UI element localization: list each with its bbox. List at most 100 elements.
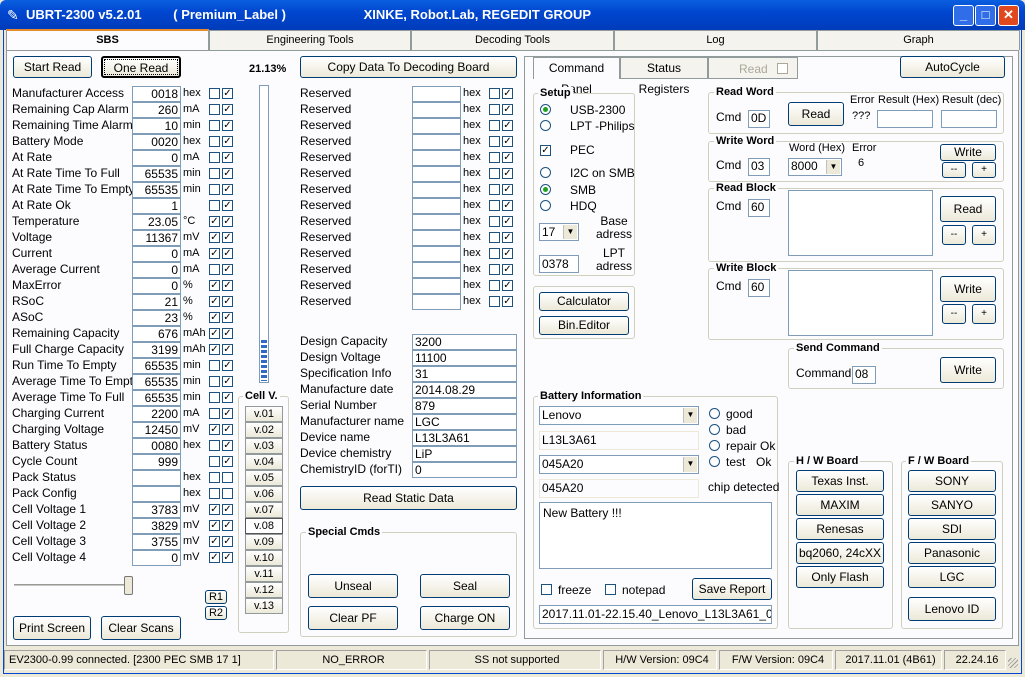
register-graph-checkbox[interactable] [209,472,220,483]
reserved-value[interactable] [412,182,461,198]
static-value[interactable]: LGC [412,414,517,430]
reserved-graph-checkbox[interactable] [489,152,500,163]
cell-voltage-button[interactable]: v.10 [245,550,283,566]
register-scan-checkbox[interactable]: ✓ [222,168,233,179]
reserved-scan-checkbox[interactable]: ✓ [502,296,513,307]
resize-grip-icon[interactable] [1008,658,1018,668]
good-radio[interactable] [709,408,720,419]
register-value[interactable] [132,486,181,502]
write-block-cmd-field[interactable]: 60 [748,279,770,297]
register-graph-checkbox[interactable]: ✓ [209,504,220,515]
register-scan-checkbox[interactable]: ✓ [222,408,233,419]
report-filename-field[interactable]: 2017.11.01-22.15.40_Lenovo_L13L3A61_045A [539,605,772,624]
register-scan-checkbox[interactable]: ✓ [222,232,233,243]
result-dec-field[interactable] [941,110,997,128]
cell-voltage-button[interactable]: v.04 [245,454,283,470]
lpt-address-field[interactable]: 0378 [539,255,579,273]
reserved-graph-checkbox[interactable] [489,168,500,179]
result-hex-field[interactable] [877,110,933,128]
register-graph-checkbox[interactable] [209,264,220,275]
register-scan-checkbox[interactable]: ✓ [222,520,233,531]
one-read-button[interactable]: One Read [101,56,181,78]
hw-board-button[interactable]: Renesas [796,518,884,540]
static-value[interactable]: 31 [412,366,517,382]
minimize-icon[interactable]: _ [953,5,974,26]
reserved-graph-checkbox[interactable] [489,104,500,115]
code-select[interactable]: 045A20 ▼ [539,455,699,474]
static-value[interactable]: 0 [412,462,517,478]
register-graph-checkbox[interactable]: ✓ [209,280,220,291]
register-value[interactable]: 65535 [132,358,181,374]
reserved-graph-checkbox[interactable] [489,232,500,243]
tab-log[interactable]: Log [614,30,817,50]
battery-notes[interactable]: New Battery !!! [539,502,772,569]
static-value[interactable]: L13L3A61 [412,430,517,446]
reserved-value[interactable] [412,262,461,278]
save-report-button[interactable]: Save Report [692,578,772,600]
read-word-cmd-field[interactable]: 0D [748,110,770,128]
register-value[interactable]: 0 [132,150,181,166]
write-word-cmd-field[interactable]: 03 [748,158,770,176]
fw-board-button[interactable]: LGC [908,566,996,588]
register-scan-checkbox[interactable]: ✓ [222,392,233,403]
register-scan-checkbox[interactable]: ✓ [222,216,233,227]
write-block-minus-button[interactable]: -- [942,304,966,324]
register-graph-checkbox[interactable]: ✓ [209,312,220,323]
reserved-scan-checkbox[interactable]: ✓ [502,264,513,275]
reserved-value[interactable] [412,86,461,102]
hdq-radio[interactable] [540,200,551,211]
print-screen-button[interactable]: Print Screen [13,616,91,640]
register-value[interactable]: 0 [132,550,181,566]
hw-board-button[interactable]: bq2060, 24cXX [796,542,884,564]
register-value[interactable]: 2200 [132,406,181,422]
lpt-philips-radio[interactable] [540,120,551,131]
register-scan-checkbox[interactable]: ✓ [222,104,233,115]
register-scan-checkbox[interactable]: ✓ [222,152,233,163]
title-bar[interactable]: ✎ UBRT-2300 v5.2.01 ( Premium_Label ) XI… [0,0,1025,30]
reserved-graph-checkbox[interactable] [489,296,500,307]
register-graph-checkbox[interactable] [209,376,220,387]
register-scan-checkbox[interactable]: ✓ [222,536,233,547]
static-value[interactable]: 2014.08.29 [412,382,517,398]
register-scan-checkbox[interactable]: ✓ [222,344,233,355]
fw-board-button[interactable]: Panasonic [908,542,996,564]
register-value[interactable]: 0 [132,246,181,262]
register-value[interactable]: 999 [132,454,181,470]
send-command-button[interactable]: Write [940,357,996,383]
cell-voltage-button[interactable]: v.05 [245,470,283,486]
maximize-icon[interactable]: □ [975,5,996,26]
register-scan-checkbox[interactable]: ✓ [222,456,233,467]
close-icon[interactable]: ✕ [998,5,1019,26]
read-toggle[interactable]: Read [708,57,798,79]
register-value[interactable]: 23.05 [132,214,181,230]
register-value[interactable]: 3783 [132,502,181,518]
fw-board-button[interactable]: SONY [908,470,996,492]
fw-board-button[interactable]: SDI [908,518,996,540]
cell-voltage-button[interactable]: v.11 [245,566,283,582]
clear-pf-button[interactable]: Clear PF [308,606,398,630]
register-value[interactable]: 65535 [132,390,181,406]
slider-thumb[interactable] [124,576,133,595]
register-scan-checkbox[interactable]: ✓ [222,312,233,323]
smb-radio[interactable] [540,184,551,195]
register-scan-checkbox[interactable]: ✓ [222,376,233,387]
register-scan-checkbox[interactable]: ✓ [222,184,233,195]
register-graph-checkbox[interactable] [209,440,220,451]
write-block-data[interactable] [788,270,933,336]
register-scan-checkbox[interactable]: ✓ [222,552,233,563]
register-scan-checkbox[interactable]: ✓ [222,88,233,99]
register-value[interactable]: 21 [132,294,181,310]
register-scan-checkbox[interactable]: ✓ [222,504,233,515]
register-value[interactable]: 23 [132,310,181,326]
copy-to-decoding-button[interactable]: Copy Data To Decoding Board [300,56,517,78]
repair-radio[interactable] [709,440,720,451]
reserved-value[interactable] [412,214,461,230]
cell-voltage-button[interactable]: v.01 [245,406,283,422]
write-block-button[interactable]: Write [940,276,996,302]
register-graph-checkbox[interactable] [209,200,220,211]
cell-voltage-button[interactable]: v.13 [245,598,283,614]
register-value[interactable]: 3829 [132,518,181,534]
autocycle-button[interactable]: AutoCycle [900,56,1005,78]
register-scan-checkbox[interactable]: ✓ [222,424,233,435]
fw-board-button[interactable]: SANYO [908,494,996,516]
